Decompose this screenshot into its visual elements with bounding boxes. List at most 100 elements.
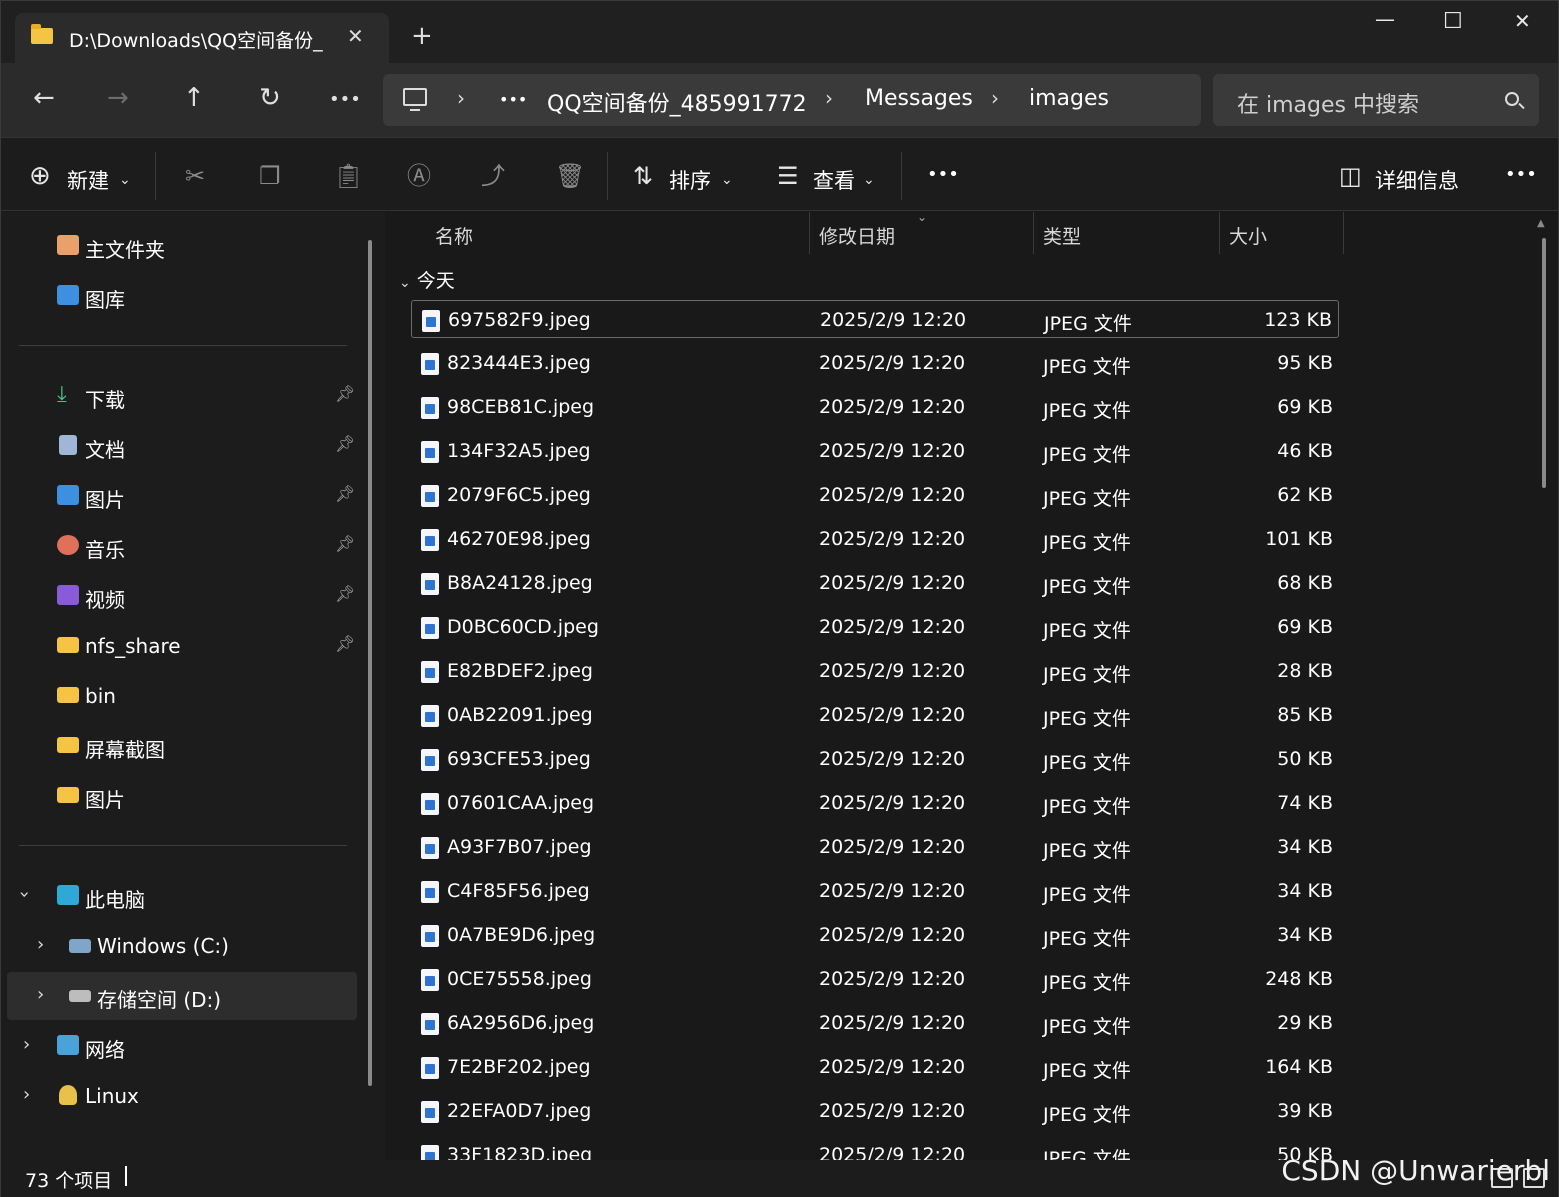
- breadcrumb-separator[interactable]: ›: [457, 86, 465, 110]
- new-button[interactable]: 新建: [67, 165, 109, 195]
- table-row[interactable]: B8A24128.jpeg 2025/2/9 12:20 JPEG 文件 68 KB: [411, 564, 1339, 602]
- sidebar-item-linux[interactable]: › Linux: [1, 1072, 357, 1120]
- forward-button[interactable]: →: [107, 83, 129, 113]
- table-row[interactable]: 0A7BE9D6.jpeg 2025/2/9 12:20 JPEG 文件 34 KB: [411, 916, 1339, 954]
- chevron-right-icon[interactable]: ›: [23, 1034, 30, 1055]
- paste-icon[interactable]: 📋︎: [333, 164, 363, 188]
- pin-icon[interactable]: 📌︎: [335, 534, 355, 553]
- search-box[interactable]: 在 images 中搜索: [1213, 74, 1539, 126]
- chevron-right-icon[interactable]: ›: [37, 934, 44, 955]
- sidebar-item-drive-c[interactable]: › Windows (C:): [1, 922, 357, 970]
- sidebar-item-network[interactable]: › 网络: [1, 1022, 357, 1070]
- more-nav-button[interactable]: •••: [329, 85, 361, 115]
- sidebar-item-videos[interactable]: 视频 📌︎: [1, 572, 357, 620]
- pin-icon[interactable]: 📌︎: [335, 584, 355, 603]
- delete-icon[interactable]: 🗑︎: [555, 164, 585, 188]
- breadcrumb-overflow[interactable]: •••: [499, 90, 527, 109]
- chevron-down-icon[interactable]: ⌄: [721, 168, 733, 192]
- sidebar-item-screenshots[interactable]: 屏幕截图: [1, 722, 357, 770]
- up-button[interactable]: ↑: [183, 83, 205, 113]
- breadcrumb-messages[interactable]: Messages: [865, 86, 973, 111]
- sidebar-item-pictures-folder[interactable]: 图片: [1, 772, 357, 820]
- column-divider[interactable]: [1033, 212, 1034, 254]
- sidebar-item-bin[interactable]: bin: [1, 672, 357, 720]
- pin-icon[interactable]: 📌︎: [335, 434, 355, 453]
- sidebar-item-documents[interactable]: 文档 📌︎: [1, 422, 357, 470]
- breadcrumb-separator[interactable]: ›: [991, 86, 999, 110]
- pin-icon[interactable]: 📌︎: [335, 484, 355, 503]
- breadcrumb-images[interactable]: images: [1029, 86, 1109, 111]
- view-button[interactable]: 查看: [813, 165, 855, 195]
- sidebar-item-downloads[interactable]: ⤓ 下载 📌︎: [1, 372, 357, 420]
- add-circle-icon[interactable]: ⊕: [29, 163, 51, 189]
- sidebar-item-music[interactable]: 音乐 📌︎: [1, 522, 357, 570]
- pin-icon[interactable]: 📌︎: [335, 384, 355, 403]
- sidebar-item-nfs-share[interactable]: nfs_share 📌︎: [1, 622, 357, 670]
- sidebar-item-drive-d[interactable]: › 存储空间 (D:): [7, 972, 357, 1020]
- column-header-modified[interactable]: 修改日期: [819, 222, 895, 249]
- chevron-down-icon[interactable]: ⌄: [863, 168, 875, 192]
- table-row[interactable]: 98CEB81C.jpeg 2025/2/9 12:20 JPEG 文件 69 KB: [411, 388, 1339, 426]
- table-row[interactable]: D0BC60CD.jpeg 2025/2/9 12:20 JPEG 文件 69 KB: [411, 608, 1339, 646]
- sort-icon[interactable]: ⇅: [633, 164, 653, 188]
- table-row[interactable]: 693CFE53.jpeg 2025/2/9 12:20 JPEG 文件 50 KB: [411, 740, 1339, 778]
- close-window-button[interactable]: ✕: [1514, 9, 1531, 33]
- table-row[interactable]: 7E2BF202.jpeg 2025/2/9 12:20 JPEG 文件 164 KB: [411, 1048, 1339, 1086]
- share-icon[interactable]: ⤴: [481, 164, 505, 188]
- column-header-type[interactable]: 类型: [1043, 222, 1081, 249]
- table-row[interactable]: C4F85F56.jpeg 2025/2/9 12:20 JPEG 文件 34 KB: [411, 872, 1339, 910]
- breadcrumb-qq-backup[interactable]: QQ空间备份_485991772: [547, 86, 807, 118]
- details-pane-icon[interactable]: ◫: [1339, 164, 1362, 188]
- table-row[interactable]: 07601CAA.jpeg 2025/2/9 12:20 JPEG 文件 74 KB: [411, 784, 1339, 822]
- column-divider[interactable]: [1343, 212, 1344, 254]
- table-row[interactable]: 0CE75558.jpeg 2025/2/9 12:20 JPEG 文件 248 KB: [411, 960, 1339, 998]
- chevron-right-icon[interactable]: ›: [37, 984, 44, 1005]
- new-tab-button[interactable]: +: [411, 23, 433, 49]
- cut-icon[interactable]: ✂: [185, 164, 205, 188]
- sidebar-scrollbar[interactable]: [368, 240, 372, 1086]
- table-row[interactable]: E82BDEF2.jpeg 2025/2/9 12:20 JPEG 文件 28 KB: [411, 652, 1339, 690]
- sidebar-item-gallery[interactable]: 图库: [1, 272, 357, 320]
- chevron-right-icon[interactable]: ›: [23, 1084, 30, 1105]
- chevron-down-icon[interactable]: ⌄: [399, 275, 411, 291]
- sidebar-item-pictures[interactable]: 图片 📌︎: [1, 472, 357, 520]
- address-bar[interactable]: › ••• QQ空间备份_485991772 › Messages › imag…: [383, 74, 1201, 126]
- details-button[interactable]: 详细信息: [1375, 165, 1459, 195]
- toolbar-overflow-button[interactable]: •••: [1505, 164, 1537, 185]
- table-row[interactable]: 22EFA0D7.jpeg 2025/2/9 12:20 JPEG 文件 39 KB: [411, 1092, 1339, 1130]
- sort-button[interactable]: 排序: [669, 165, 711, 195]
- table-row[interactable]: 134F32A5.jpeg 2025/2/9 12:20 JPEG 文件 46 KB: [411, 432, 1339, 470]
- pin-icon[interactable]: 📌︎: [335, 634, 355, 653]
- table-row[interactable]: 6A2956D6.jpeg 2025/2/9 12:20 JPEG 文件 29 KB: [411, 1004, 1339, 1042]
- view-list-icon[interactable]: ☰: [777, 164, 799, 188]
- copy-icon[interactable]: ❐: [259, 164, 281, 188]
- table-row[interactable]: 46270E98.jpeg 2025/2/9 12:20 JPEG 文件 101 KB: [411, 520, 1339, 558]
- back-button[interactable]: ←: [33, 83, 55, 113]
- more-options-button[interactable]: •••: [927, 164, 959, 185]
- minimize-button[interactable]: —: [1375, 7, 1395, 31]
- column-divider[interactable]: [1219, 212, 1220, 254]
- window-tab[interactable]: D:\Downloads\QQ空间备份_ ✕: [15, 13, 389, 63]
- column-divider[interactable]: [809, 212, 810, 254]
- chevron-down-icon[interactable]: ⌄: [119, 168, 131, 192]
- table-row[interactable]: 0AB22091.jpeg 2025/2/9 12:20 JPEG 文件 85 KB: [411, 696, 1339, 734]
- table-row[interactable]: 697582F9.jpeg 2025/2/9 12:20 JPEG 文件 123 KB: [411, 300, 1339, 338]
- group-header-today[interactable]: ⌄ 今天: [399, 266, 455, 293]
- sidebar-item-home[interactable]: 主文件夹: [1, 222, 357, 270]
- scroll-up-arrow-icon[interactable]: ▲: [1537, 218, 1545, 229]
- search-input[interactable]: 在 images 中搜索: [1237, 87, 1419, 119]
- file-list-scrollbar[interactable]: [1542, 238, 1546, 488]
- rename-icon[interactable]: Ⓐ: [407, 164, 431, 188]
- table-row[interactable]: A93F7B07.jpeg 2025/2/9 12:20 JPEG 文件 34 KB: [411, 828, 1339, 866]
- refresh-button[interactable]: ↻: [259, 83, 281, 113]
- column-header-name[interactable]: 名称: [435, 222, 473, 249]
- search-icon[interactable]: [1505, 92, 1519, 106]
- table-row[interactable]: 2079F6C5.jpeg 2025/2/9 12:20 JPEG 文件 62 KB: [411, 476, 1339, 514]
- table-row[interactable]: 823444E3.jpeg 2025/2/9 12:20 JPEG 文件 95 KB: [411, 344, 1339, 382]
- sidebar-item-this-pc[interactable]: › 此电脑: [1, 872, 357, 920]
- table-row[interactable]: 33F1823D.jpeg 2025/2/9 12:20 JPEG 文件 50 KB: [411, 1136, 1339, 1160]
- column-header-size[interactable]: 大小: [1229, 222, 1267, 249]
- computer-icon[interactable]: [403, 88, 427, 111]
- chevron-down-icon[interactable]: ›: [14, 891, 35, 898]
- maximize-button[interactable]: ☐: [1443, 9, 1463, 34]
